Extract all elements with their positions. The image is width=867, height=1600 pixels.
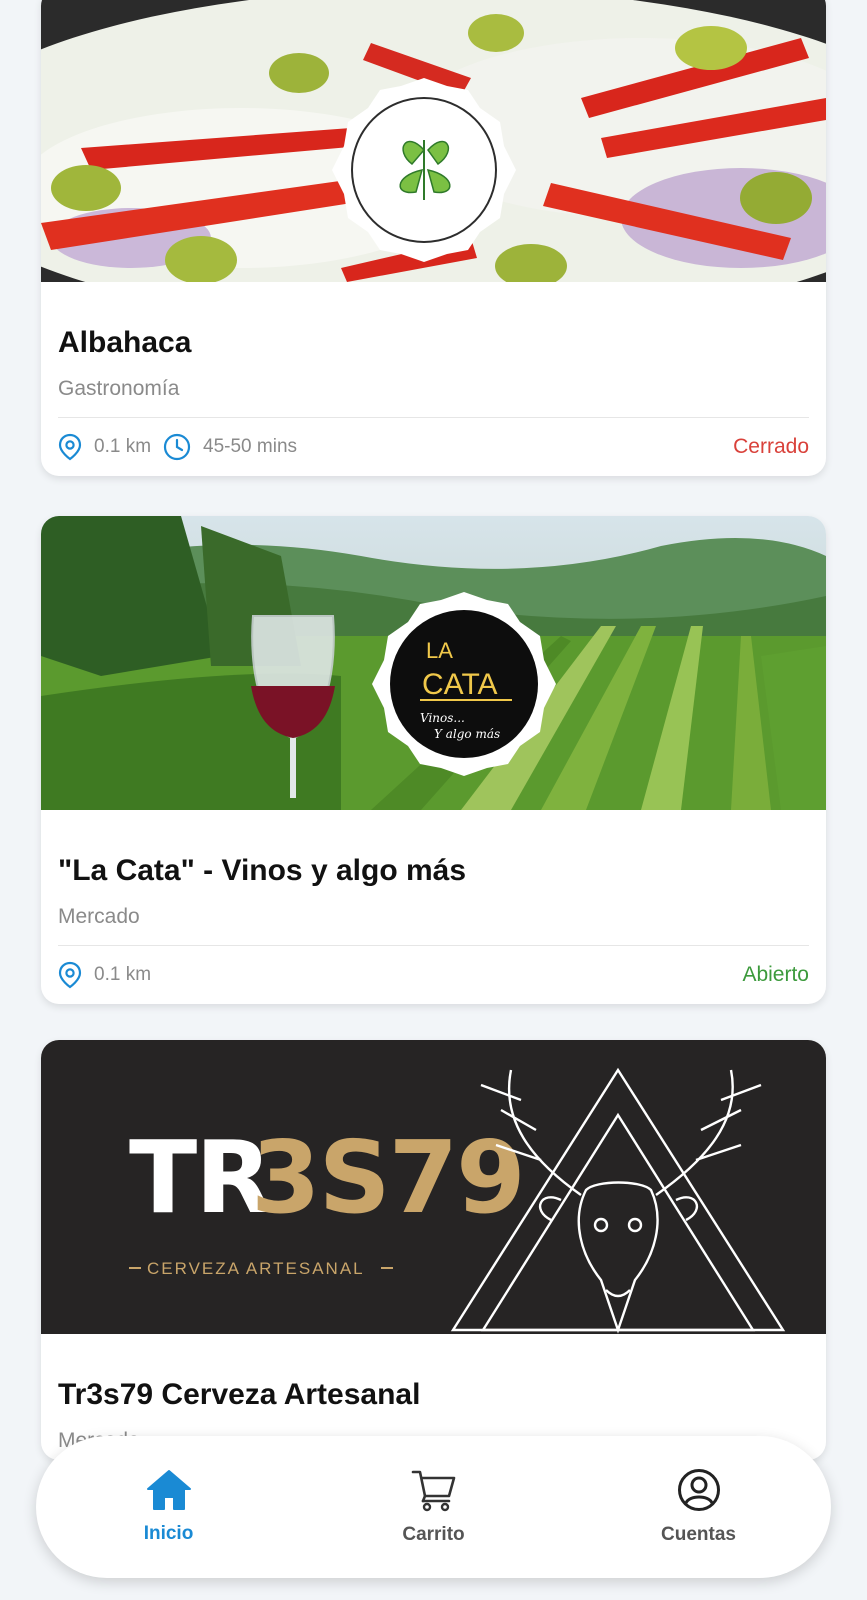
store-meta-row: 0.1 km Abierto [58,946,809,1004]
store-name: Albahaca [58,326,192,359]
logo-la-text: LA [426,638,453,663]
brewery-banner-image: TR 3S79 CERVEZA ARTESANAL [41,1040,826,1334]
store-category: Mercado [58,905,140,928]
pizza-banner-image [41,0,826,282]
logo-algo-mas-text: Y algo más [434,727,500,741]
status-badge: Abierto [742,963,809,986]
user-circle-icon [677,1469,720,1511]
store-name: Tr3s79 Cerveza Artesanal [58,1378,421,1411]
clock-icon [163,433,191,461]
status-badge: Cerrado [733,435,809,458]
nav-home[interactable]: Inicio [69,1469,269,1545]
vineyard-banner-image: LA CATA Vinos... Y algo más [41,516,826,810]
distance-meta: 0.1 km [58,961,151,989]
store-meta-row: 0.1 km 45-50 mins Cerrado [58,418,809,476]
cart-icon [411,1470,455,1512]
store-card-albahaca[interactable]: Albahaca Gastronomía 0.1 km 45-50 mins C… [41,0,826,476]
store-name: "La Cata" - Vinos y algo más [58,854,467,887]
location-pin-icon [58,961,82,989]
distance-meta: 0.1 km [58,433,151,461]
store-category: Gastronomía [58,377,180,400]
store-banner [41,0,826,282]
location-pin-icon [58,433,82,461]
time-meta: 45-50 mins [163,433,297,461]
store-banner: LA CATA Vinos... Y algo más [41,516,826,810]
logo-3s79-text: 3S79 [251,1119,524,1236]
nav-cart-label: Carrito [402,1524,465,1545]
distance-text: 0.1 km [94,436,152,457]
store-banner: TR 3S79 CERVEZA ARTESANAL [41,1040,826,1334]
nav-home-label: Inicio [143,1523,194,1544]
distance-text: 0.1 km [94,964,152,985]
delivery-time-text: 45-50 mins [203,436,298,457]
store-list-screen: Albahaca Gastronomía 0.1 km 45-50 mins C… [0,0,867,1600]
home-icon [146,1470,191,1510]
logo-cerveza-text: CERVEZA ARTESANAL [147,1259,365,1278]
nav-account[interactable]: Cuentas [599,1468,799,1546]
store-card-la-cata[interactable]: LA CATA Vinos... Y algo más "La Cata" - … [41,516,826,1004]
logo-cata-text: CATA [422,668,498,701]
bottom-navigation: Inicio Carrito Cuentas [36,1436,831,1578]
logo-vinos-text: Vinos... [420,711,465,725]
nav-account-label: Cuentas [661,1524,736,1545]
nav-cart[interactable]: Carrito [334,1468,534,1546]
store-card-tr3s79[interactable]: TR 3S79 CERVEZA ARTESANAL Tr3s79 Cerveza… [41,1040,826,1460]
logo-tr-text: TR [129,1119,270,1236]
